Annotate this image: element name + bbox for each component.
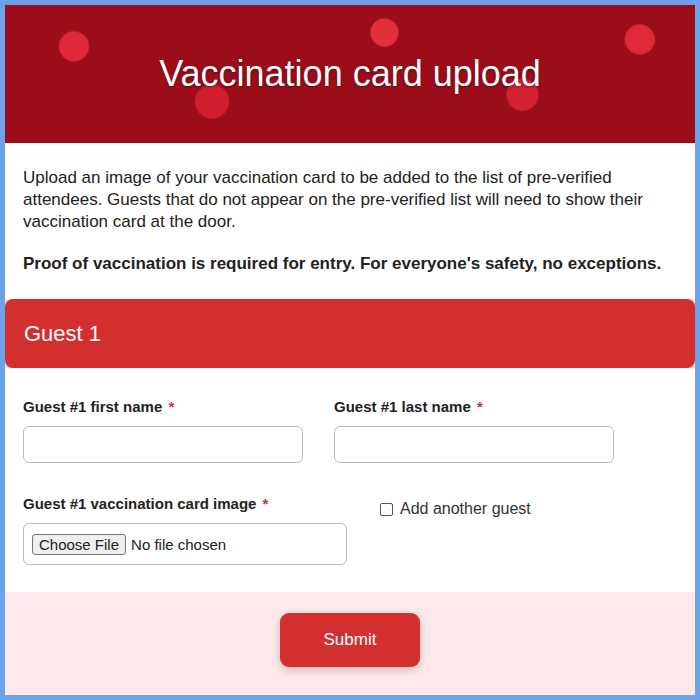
submit-button[interactable]: Submit bbox=[280, 613, 420, 667]
file-status: No file chosen bbox=[131, 536, 226, 553]
text-input[interactable] bbox=[23, 426, 303, 463]
intro-text: Upload an image of your vaccination card… bbox=[23, 167, 677, 233]
required-mark: * bbox=[168, 398, 174, 415]
required-mark: * bbox=[263, 495, 269, 512]
form-page: Vaccination card upload Upload an image … bbox=[0, 0, 700, 700]
required-mark: * bbox=[477, 398, 483, 415]
field-label: Guest #1 last name * bbox=[334, 398, 614, 416]
section-header: Guest 1 bbox=[5, 299, 695, 368]
text-input[interactable] bbox=[334, 426, 614, 463]
field-label: Guest #1 first name * bbox=[23, 398, 303, 416]
notice-text: Proof of vaccination is required for ent… bbox=[23, 253, 677, 275]
file-field: Guest #1 vaccination card image * Choose… bbox=[23, 495, 347, 565]
form-title: Vaccination card upload bbox=[159, 53, 541, 95]
text-field: Guest #1 last name * bbox=[334, 398, 614, 463]
field-label: Guest #1 vaccination card image * bbox=[23, 495, 347, 513]
section-title: Guest 1 bbox=[24, 321, 101, 347]
checkbox-label: Add another guest bbox=[400, 500, 531, 518]
file-input[interactable]: Choose File No file chosen bbox=[23, 523, 347, 565]
guest-section: Guest #1 first name * Guest #1 last name… bbox=[5, 368, 695, 592]
header-banner: Vaccination card upload bbox=[5, 5, 695, 143]
add-guest-checkbox[interactable]: Add another guest bbox=[380, 500, 531, 518]
choose-file-button[interactable]: Choose File bbox=[32, 534, 126, 555]
checkbox-box[interactable] bbox=[380, 503, 393, 516]
text-field: Guest #1 first name * bbox=[23, 398, 303, 463]
form-footer: Submit bbox=[5, 592, 695, 695]
intro: Upload an image of your vaccination card… bbox=[5, 143, 695, 299]
